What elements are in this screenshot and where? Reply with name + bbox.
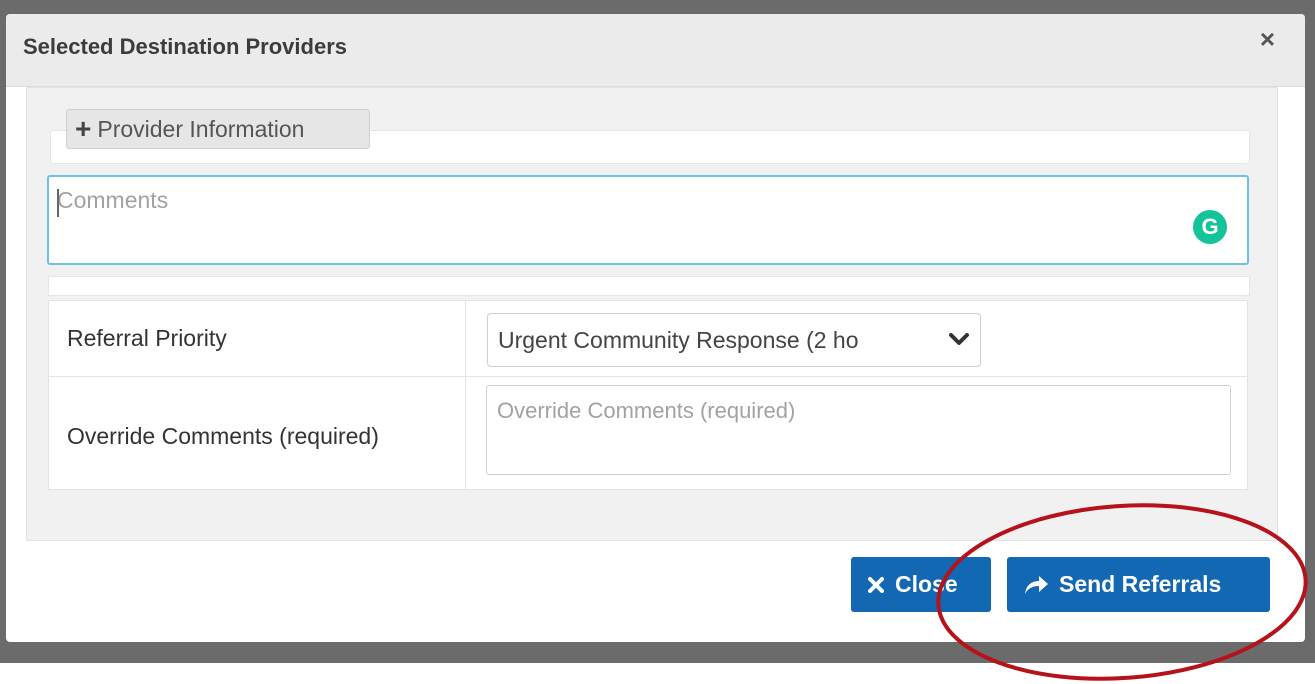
referral-panel: + Provider Information G Referral Priori… [26, 87, 1278, 541]
override-comments-row: Override Comments (required) [49, 377, 1247, 489]
plus-icon: + [75, 113, 92, 144]
chevron-down-icon [949, 333, 969, 345]
column-divider [465, 377, 466, 489]
text-caret [57, 189, 59, 217]
provider-information-label: Provider Information [97, 115, 305, 142]
referral-priority-row: Referral Priority Urgent Community Respo… [49, 301, 1247, 377]
x-icon [868, 576, 884, 593]
comments-input[interactable] [49, 177, 1247, 263]
referral-details-table: Referral Priority Urgent Community Respo… [48, 300, 1248, 490]
grammarly-icon[interactable]: G [1193, 210, 1227, 244]
override-comments-field[interactable] [486, 385, 1231, 475]
close-button-label: Close [895, 571, 958, 597]
selected-destination-providers-modal: Selected Destination Providers × + Provi… [6, 14, 1305, 642]
share-arrow-icon [1025, 575, 1048, 594]
referral-priority-value: Urgent Community Response (2 ho [498, 326, 859, 353]
send-referrals-label: Send Referrals [1059, 571, 1222, 597]
override-comments-label: Override Comments (required) [67, 423, 379, 449]
modal-title: Selected Destination Providers [23, 34, 347, 59]
modal-header: Selected Destination Providers × [6, 14, 1305, 87]
provider-information-toggle[interactable]: + Provider Information [66, 109, 370, 149]
send-referrals-button[interactable]: Send Referrals [1007, 557, 1270, 612]
column-divider [465, 301, 466, 376]
referral-priority-label: Referral Priority [67, 325, 227, 351]
close-icon[interactable]: × [1260, 26, 1275, 52]
referral-priority-select[interactable]: Urgent Community Response (2 ho [487, 313, 981, 367]
close-button[interactable]: Close [851, 557, 991, 612]
separator-strip [48, 276, 1250, 296]
comments-field[interactable]: G [47, 175, 1249, 265]
override-comments-input[interactable] [487, 386, 1230, 474]
